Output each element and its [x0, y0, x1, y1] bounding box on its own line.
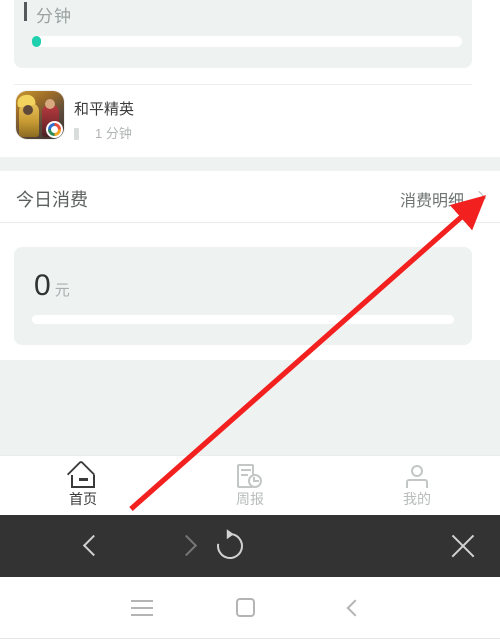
menu-icon [131, 600, 153, 616]
home-icon [0, 459, 166, 491]
back-chevron-icon [82, 534, 105, 557]
spending-progress-track [32, 315, 454, 324]
browser-toolbar [0, 515, 500, 577]
browser-reload-button[interactable] [195, 515, 265, 577]
forward-chevron-icon [175, 534, 198, 557]
phone-screenshot: 分钟 和平精英 1 分钟 今日消费 消费明细 0 元 首页 周报 我的 [0, 0, 500, 639]
tab-mine-label: 我的 [403, 491, 431, 507]
person-icon [334, 461, 500, 491]
tab-home-label: 首页 [69, 491, 97, 507]
browser-back-button[interactable] [55, 515, 125, 577]
app-name-label: 和平精英 [74, 101, 135, 118]
system-home-button[interactable] [205, 577, 285, 639]
spending-amount-card: 0元 [14, 247, 472, 345]
usage-progress-track [32, 36, 462, 47]
tab-weekly-report[interactable]: 周报 [167, 456, 333, 516]
system-back-button[interactable] [312, 577, 392, 639]
spending-amount: 0元 [34, 269, 70, 303]
tab-home[interactable]: 首页 [0, 456, 166, 516]
usage-progress-fill [32, 36, 41, 47]
browser-close-button[interactable] [428, 515, 498, 577]
spending-amount-value: 0 [34, 269, 51, 302]
reload-icon [211, 527, 249, 565]
spending-amount-unit: 元 [54, 282, 70, 299]
spending-detail-link[interactable]: 消费明细 [400, 187, 464, 211]
bottom-spacer [0, 360, 500, 455]
report-icon [167, 461, 333, 491]
usage-duration-label: 分钟 [36, 7, 72, 26]
system-navigation-bar: Baidu 经验 jingyan.baidu.com [0, 577, 500, 639]
tencent-logo-icon [46, 121, 63, 138]
app-content-area: 分钟 和平精英 1 分钟 今日消费 消费明细 0 元 首页 周报 我的 [0, 0, 500, 515]
home-square-icon [236, 598, 255, 617]
back-chevron-icon [346, 599, 364, 617]
usage-summary-card: 分钟 [14, 0, 472, 68]
bottom-tab-bar: 首页 周报 我的 [0, 455, 500, 515]
usage-bar-indicator [74, 128, 79, 140]
section-spacer [0, 157, 500, 171]
usage-tick-mark [24, 2, 27, 21]
header-divider [0, 222, 500, 223]
tab-weekly-report-label: 周报 [236, 491, 264, 507]
close-icon [448, 531, 478, 561]
spending-title: 今日消费 [16, 190, 88, 210]
game-app-icon [16, 91, 64, 139]
spending-header: 今日消费 消费明细 [0, 171, 500, 223]
app-duration-label: 1 分钟 [74, 123, 132, 142]
tab-mine[interactable]: 我的 [334, 456, 500, 516]
app-usage-row[interactable]: 和平精英 1 分钟 [0, 85, 500, 157]
system-menu-button[interactable] [102, 577, 182, 639]
chevron-right-icon[interactable] [471, 190, 487, 206]
